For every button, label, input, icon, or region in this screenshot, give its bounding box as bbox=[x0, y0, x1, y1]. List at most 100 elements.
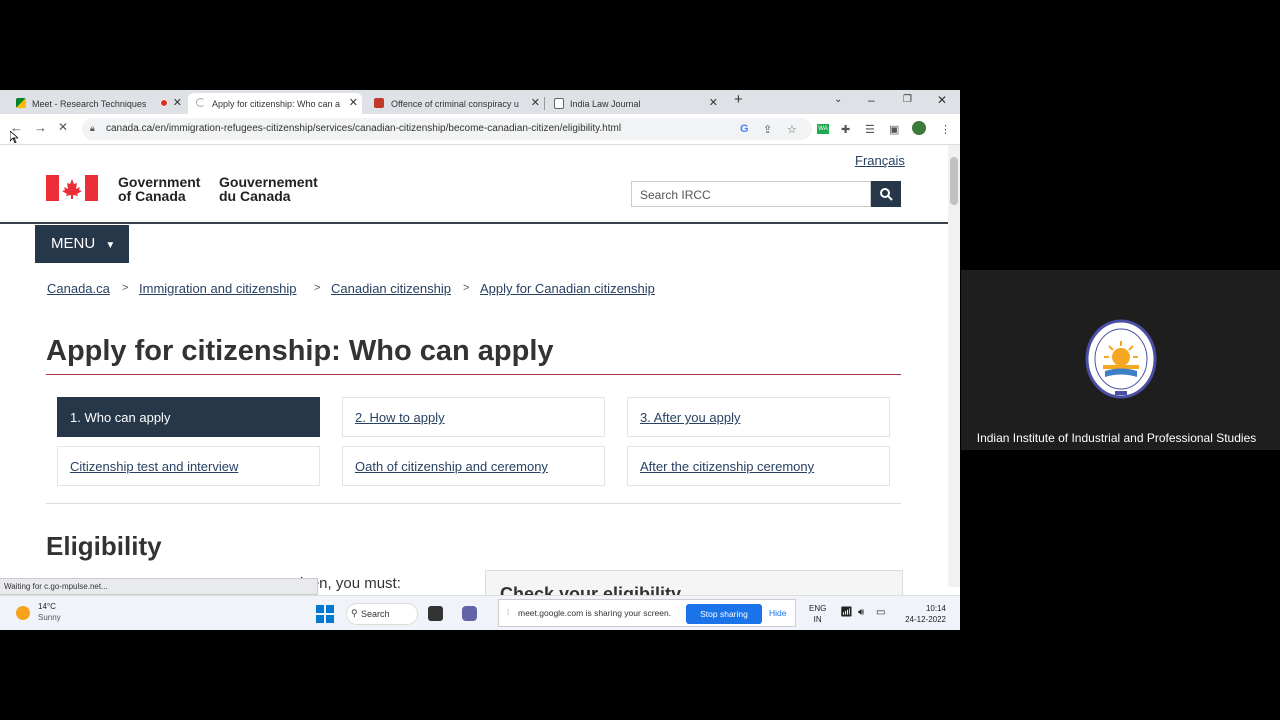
loading-status: Waiting for c.go-mpulse.net... bbox=[0, 578, 318, 595]
side-panel-icon[interactable]: ▣ bbox=[889, 123, 899, 136]
gov-fr-line2: du Canada bbox=[219, 188, 291, 204]
gov-signature-en[interactable]: Government of Canada bbox=[118, 175, 200, 203]
tab-title: India Law Journal bbox=[570, 98, 641, 109]
search-button[interactable] bbox=[871, 181, 901, 207]
extensions-puzzle-icon[interactable]: ✚ bbox=[841, 123, 850, 136]
tab-india-law-journal[interactable]: India Law Journal ✕ bbox=[546, 93, 722, 114]
menu-label: MENU bbox=[51, 235, 96, 252]
tab-search-icon[interactable]: ⌄ bbox=[834, 94, 842, 105]
close-icon[interactable]: ✕ bbox=[531, 96, 540, 109]
step-citizenship-test[interactable]: Citizenship test and interview bbox=[57, 446, 320, 486]
document-icon bbox=[374, 98, 384, 108]
breadcrumb-separator: > bbox=[463, 282, 470, 294]
shield-icon bbox=[554, 98, 564, 109]
tab-strip: Meet - Research Techniques ✕ Apply for c… bbox=[0, 90, 960, 114]
windows-start-icon[interactable] bbox=[316, 605, 334, 623]
google-translate-icon[interactable]: G bbox=[740, 123, 749, 135]
hide-button[interactable]: Hide bbox=[769, 608, 786, 618]
breadcrumb-separator: > bbox=[314, 282, 321, 294]
chevron-down-icon: ▼ bbox=[105, 240, 116, 251]
loading-icon bbox=[196, 98, 205, 107]
language-toggle-link[interactable]: Français bbox=[855, 153, 905, 168]
weather-condition[interactable]: Sunny bbox=[38, 613, 61, 622]
search-input[interactable]: Search IRCC bbox=[631, 181, 871, 207]
scrollbar-thumb[interactable] bbox=[950, 157, 958, 205]
step-how-to-apply[interactable]: 2. How to apply bbox=[342, 397, 605, 437]
clock-time: 10:14 bbox=[925, 604, 946, 613]
title-underline bbox=[46, 374, 901, 375]
task-view-icon[interactable] bbox=[428, 606, 443, 621]
institute-logo-icon bbox=[1085, 319, 1157, 399]
section-title: Eligibility bbox=[46, 531, 162, 561]
browser-menu-icon[interactable]: ⋮ bbox=[940, 123, 951, 136]
tab-meet[interactable]: Meet - Research Techniques ✕ bbox=[0, 93, 186, 114]
meet-icon bbox=[16, 98, 26, 108]
close-icon[interactable]: ✕ bbox=[709, 96, 718, 109]
stop-loading-button[interactable]: ✕ bbox=[58, 120, 68, 134]
whatsapp-extension-icon[interactable]: WA bbox=[817, 124, 829, 134]
close-icon[interactable]: ✕ bbox=[349, 96, 358, 109]
gov-fr-line1: Gouvernement bbox=[219, 174, 318, 190]
tab-criminal-conspiracy[interactable]: Offence of criminal conspiracy u ✕ bbox=[364, 93, 545, 114]
system-clock[interactable]: 10:14 24-12-2022 bbox=[900, 603, 946, 625]
language-indicator[interactable]: ENG IN bbox=[809, 603, 826, 625]
breadcrumb-separator: > bbox=[122, 282, 129, 294]
lang-region: IN bbox=[813, 615, 822, 624]
gov-en-line2: of Canada bbox=[118, 188, 186, 204]
breadcrumb-immigration[interactable]: Immigration and citizenship bbox=[139, 281, 297, 296]
wifi-icon[interactable]: 📶︎ bbox=[840, 607, 853, 618]
tab-separator bbox=[544, 97, 545, 110]
minimize-button[interactable]: – bbox=[868, 93, 875, 107]
web-page: Français Government of Canada Gouverneme… bbox=[0, 145, 948, 630]
battery-icon[interactable]: ▭ bbox=[876, 607, 885, 618]
header-divider bbox=[0, 222, 948, 224]
search-icon: ⚲ bbox=[351, 608, 358, 618]
address-bar[interactable]: 🔒︎ canada.ca/en/immigration-refugees-cit… bbox=[82, 118, 812, 140]
share-icon[interactable]: ⇪ bbox=[763, 123, 772, 136]
volume-icon[interactable]: 🔊︎ bbox=[858, 607, 864, 618]
screen-share-message: meet.google.com is sharing your screen. bbox=[518, 608, 672, 618]
stop-sharing-button[interactable]: Stop sharing bbox=[686, 604, 762, 624]
screen-share-bar: ⁞ meet.google.com is sharing your screen… bbox=[498, 599, 796, 627]
tab-title: Meet - Research Techniques bbox=[32, 98, 147, 109]
lang-code: ENG bbox=[809, 604, 827, 613]
search-icon bbox=[880, 188, 893, 201]
drag-handle-icon[interactable]: ⁞ bbox=[507, 608, 509, 617]
breadcrumb-apply[interactable]: Apply for Canadian citizenship bbox=[480, 281, 655, 296]
tab-title: Offence of criminal conspiracy u bbox=[391, 98, 519, 109]
forward-button[interactable]: → bbox=[34, 120, 47, 135]
tab-citizenship[interactable]: Apply for citizenship: Who can a ✕ bbox=[188, 93, 362, 114]
steps-divider bbox=[46, 503, 901, 504]
lock-icon: 🔒︎ bbox=[90, 123, 95, 133]
new-tab-button[interactable]: + bbox=[734, 91, 743, 108]
mouse-cursor-icon bbox=[10, 131, 18, 143]
browser-toolbar: ← → ✕ 🔒︎ canada.ca/en/immigration-refuge… bbox=[0, 114, 960, 145]
meet-participant-tile[interactable]: Indian Institute of Industrial and Profe… bbox=[961, 270, 1280, 450]
shared-screen: Meet - Research Techniques ✕ Apply for c… bbox=[0, 90, 960, 630]
close-icon[interactable]: ✕ bbox=[173, 96, 182, 109]
restore-button[interactable]: ❐ bbox=[903, 94, 912, 105]
taskbar-search[interactable]: ⚲ Search bbox=[346, 603, 418, 625]
menu-button[interactable]: MENU ▼ bbox=[35, 225, 129, 263]
breadcrumb-citizenship[interactable]: Canadian citizenship bbox=[331, 281, 451, 296]
profile-avatar-icon[interactable] bbox=[912, 121, 926, 135]
windows-taskbar: 14°C Sunny ⚲ Search ⁞ meet.google.com is… bbox=[0, 595, 960, 630]
tab-title: Apply for citizenship: Who can a bbox=[212, 98, 341, 109]
gov-signature-fr[interactable]: Gouvernement du Canada bbox=[219, 175, 318, 203]
breadcrumb-canada[interactable]: Canada.ca bbox=[47, 281, 110, 296]
step-oath-ceremony[interactable]: Oath of citizenship and ceremony bbox=[342, 446, 605, 486]
reading-list-icon[interactable]: ☰ bbox=[865, 123, 875, 136]
clock-date: 24-12-2022 bbox=[905, 615, 946, 624]
page-scrollbar[interactable] bbox=[948, 145, 960, 587]
bookmark-star-icon[interactable]: ☆ bbox=[787, 123, 797, 136]
teams-chat-icon[interactable] bbox=[462, 606, 477, 621]
weather-temperature[interactable]: 14°C bbox=[38, 602, 56, 611]
gov-en-line1: Government bbox=[118, 174, 201, 190]
step-who-can-apply[interactable]: 1. Who can apply bbox=[57, 397, 320, 437]
step-after-you-apply[interactable]: 3. After you apply bbox=[627, 397, 890, 437]
step-after-ceremony[interactable]: After the citizenship ceremony bbox=[627, 446, 890, 486]
url-text[interactable]: canada.ca/en/immigration-refugees-citize… bbox=[106, 123, 621, 134]
window-close-button[interactable]: ✕ bbox=[937, 93, 947, 107]
sun-icon[interactable] bbox=[16, 606, 30, 620]
taskbar-search-label: Search bbox=[361, 609, 390, 619]
